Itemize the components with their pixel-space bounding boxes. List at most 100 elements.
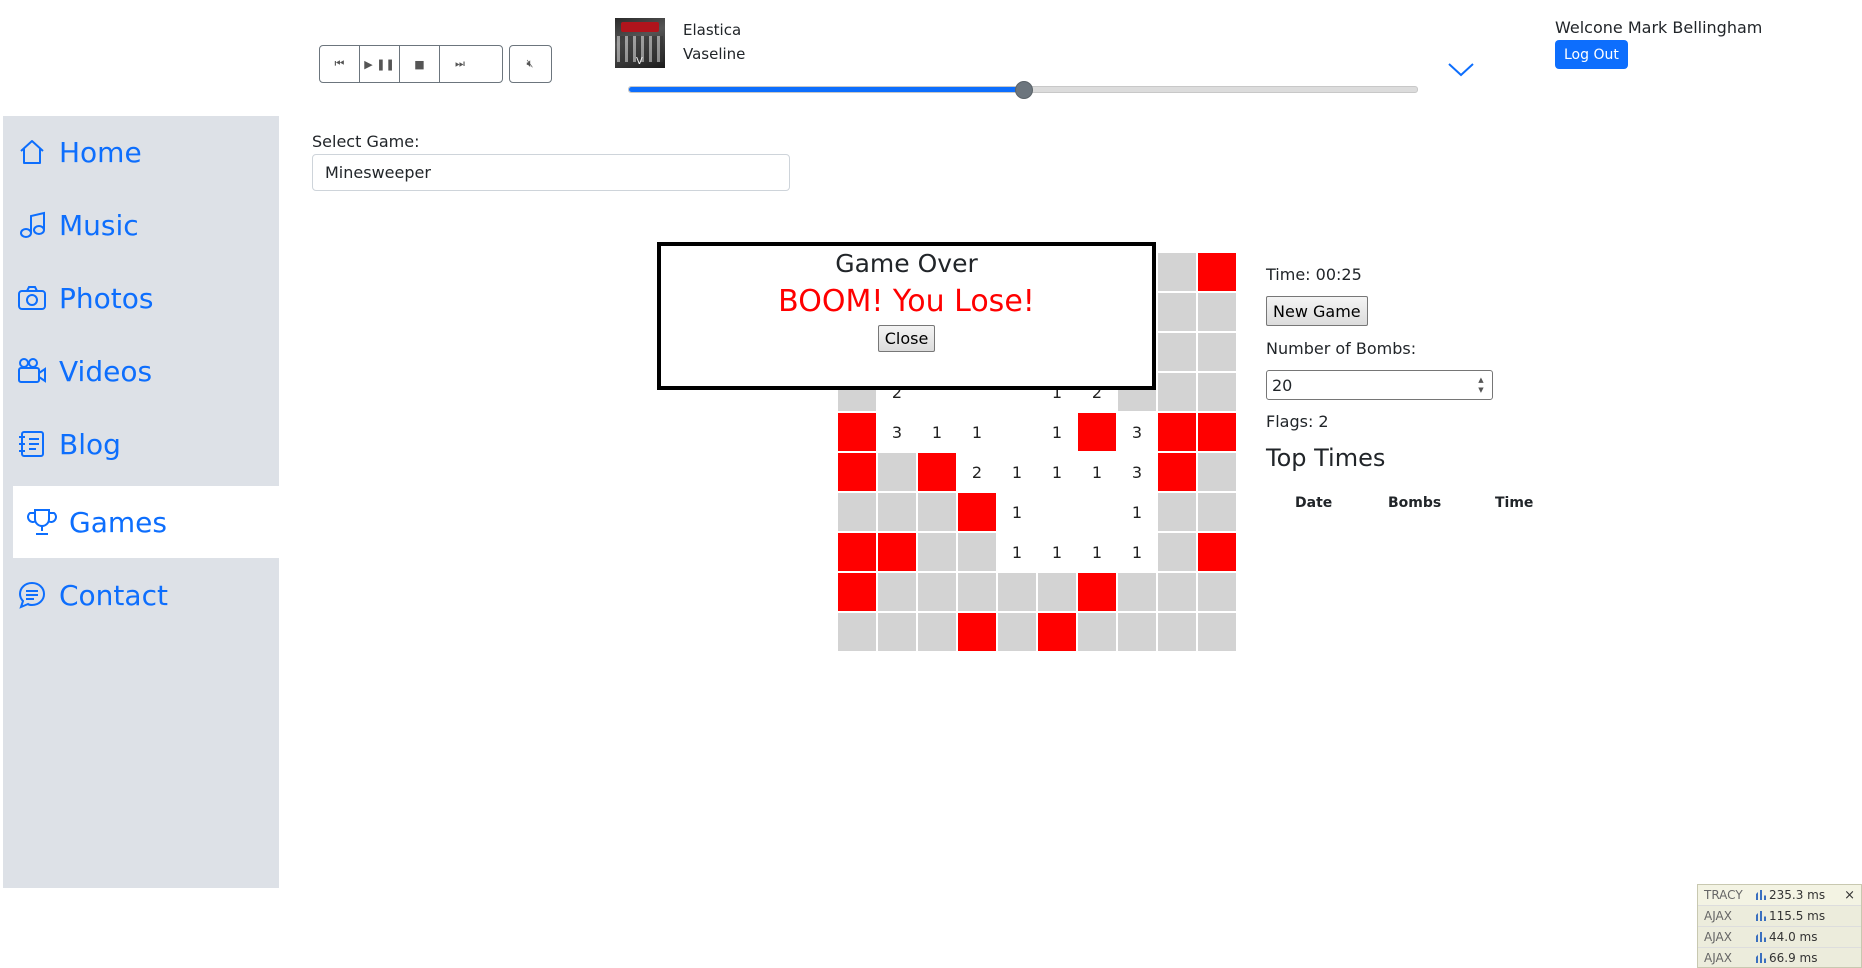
hidden-cell[interactable]: [957, 532, 997, 572]
mine-cell[interactable]: [1197, 412, 1237, 452]
hidden-cell[interactable]: [1117, 572, 1157, 612]
mine-cell[interactable]: [957, 612, 997, 652]
hidden-cell[interactable]: [917, 572, 957, 612]
hidden-cell[interactable]: [1157, 252, 1197, 292]
mine-cell[interactable]: [1077, 572, 1117, 612]
progress-thumb[interactable]: [1015, 81, 1033, 99]
next-track-button[interactable]: ⏭: [440, 46, 480, 82]
revealed-cell[interactable]: 1: [1077, 532, 1117, 572]
revealed-cell[interactable]: 1: [997, 492, 1037, 532]
chevron-down-icon[interactable]: [1446, 58, 1476, 80]
sidebar-item-photos[interactable]: Photos: [3, 262, 279, 334]
revealed-cell[interactable]: 1: [1077, 452, 1117, 492]
mine-cell[interactable]: [957, 492, 997, 532]
hidden-cell[interactable]: [1117, 612, 1157, 652]
mine-cell[interactable]: [877, 532, 917, 572]
revealed-cell[interactable]: 3: [877, 412, 917, 452]
revealed-cell[interactable]: 3: [1117, 412, 1157, 452]
hidden-cell[interactable]: [1197, 372, 1237, 412]
hidden-cell[interactable]: [1037, 572, 1077, 612]
column-header-time: Time: [1495, 495, 1534, 511]
hidden-cell[interactable]: [837, 492, 877, 532]
hidden-cell[interactable]: [997, 572, 1037, 612]
spinner-icon[interactable]: ▲ ▼: [1474, 375, 1488, 395]
hidden-cell[interactable]: [1197, 292, 1237, 332]
stop-button[interactable]: ■: [400, 46, 440, 82]
lose-message: BOOM! You Lose!: [778, 284, 1035, 319]
hidden-cell[interactable]: [917, 532, 957, 572]
sidebar-item-home[interactable]: Home: [3, 116, 279, 188]
hidden-cell[interactable]: [997, 612, 1037, 652]
revealed-cell[interactable]: 1: [997, 532, 1037, 572]
bombs-input[interactable]: 20 ▲ ▼: [1266, 370, 1493, 400]
revealed-cell[interactable]: 1: [1037, 452, 1077, 492]
tracy-row[interactable]: AJAX 66.9 ms: [1698, 947, 1861, 968]
hidden-cell[interactable]: [1157, 532, 1197, 572]
hidden-cell[interactable]: [877, 492, 917, 532]
tracy-row[interactable]: TRACY 235.3 ms: [1698, 885, 1861, 905]
hidden-cell[interactable]: [917, 612, 957, 652]
hidden-cell[interactable]: [1157, 292, 1197, 332]
mine-cell[interactable]: [1197, 252, 1237, 292]
hidden-cell[interactable]: [837, 612, 877, 652]
hidden-cell[interactable]: [1077, 612, 1117, 652]
tracy-row[interactable]: AJAX 44.0 ms: [1698, 926, 1861, 947]
mute-button[interactable]: 🔇︎: [510, 46, 550, 82]
revealed-cell[interactable]: 3: [1117, 452, 1157, 492]
welcome-text: Welcone Mark Bellingham: [1555, 18, 1763, 37]
revealed-cell[interactable]: 2: [957, 452, 997, 492]
revealed-cell[interactable]: [1037, 492, 1077, 532]
mine-cell[interactable]: [837, 412, 877, 452]
revealed-cell[interactable]: 1: [917, 412, 957, 452]
hidden-cell[interactable]: [1157, 372, 1197, 412]
hidden-cell[interactable]: [1157, 572, 1197, 612]
mine-cell[interactable]: [1157, 412, 1197, 452]
mine-cell[interactable]: [917, 452, 957, 492]
hidden-cell[interactable]: [917, 492, 957, 532]
mine-cell[interactable]: [1077, 412, 1117, 452]
tracy-row[interactable]: AJAX 115.5 ms: [1698, 905, 1861, 926]
hidden-cell[interactable]: [877, 612, 917, 652]
sidebar-item-label: Contact: [59, 578, 168, 612]
hidden-cell[interactable]: [1197, 492, 1237, 532]
hidden-cell[interactable]: [1197, 452, 1237, 492]
close-icon[interactable]: ×: [1844, 888, 1855, 903]
hidden-cell[interactable]: [1157, 332, 1197, 372]
revealed-cell[interactable]: 1: [1037, 532, 1077, 572]
sidebar: Home Music Photos Videos Blog Games Cont…: [3, 116, 279, 888]
previous-track-button[interactable]: ⏮: [320, 46, 360, 82]
hidden-cell[interactable]: [1157, 612, 1197, 652]
revealed-cell[interactable]: [997, 412, 1037, 452]
revealed-cell[interactable]: 1: [957, 412, 997, 452]
hidden-cell[interactable]: [957, 572, 997, 612]
sidebar-item-blog[interactable]: Blog: [3, 408, 279, 480]
logout-button[interactable]: Log Out: [1555, 40, 1628, 69]
hidden-cell[interactable]: [1157, 492, 1197, 532]
mine-cell[interactable]: [1157, 452, 1197, 492]
hidden-cell[interactable]: [1197, 332, 1237, 372]
revealed-cell[interactable]: 1: [997, 452, 1037, 492]
revealed-cell[interactable]: 1: [1117, 532, 1157, 572]
mine-cell[interactable]: [837, 572, 877, 612]
mine-cell[interactable]: [837, 532, 877, 572]
hidden-cell[interactable]: [877, 452, 917, 492]
game-select[interactable]: Minesweeper: [312, 154, 790, 191]
sidebar-item-games[interactable]: Games: [13, 486, 279, 558]
new-game-button[interactable]: New Game: [1266, 296, 1368, 326]
revealed-cell[interactable]: 1: [1117, 492, 1157, 532]
hidden-cell[interactable]: [1197, 572, 1237, 612]
revealed-cell[interactable]: [1077, 492, 1117, 532]
close-button[interactable]: Close: [877, 325, 936, 352]
hidden-cell[interactable]: [1197, 612, 1237, 652]
sidebar-item-contact[interactable]: Contact: [3, 559, 279, 631]
sidebar-item-music[interactable]: Music: [3, 189, 279, 261]
mine-cell[interactable]: [1037, 612, 1077, 652]
play-pause-button[interactable]: ▶ ❚❚: [360, 46, 400, 82]
mine-cell[interactable]: [1197, 532, 1237, 572]
timer: Time: 00:25: [1266, 265, 1362, 284]
progress-slider[interactable]: [628, 81, 1418, 99]
mine-cell[interactable]: [837, 452, 877, 492]
revealed-cell[interactable]: 1: [1037, 412, 1077, 452]
sidebar-item-videos[interactable]: Videos: [3, 335, 279, 407]
hidden-cell[interactable]: [877, 572, 917, 612]
